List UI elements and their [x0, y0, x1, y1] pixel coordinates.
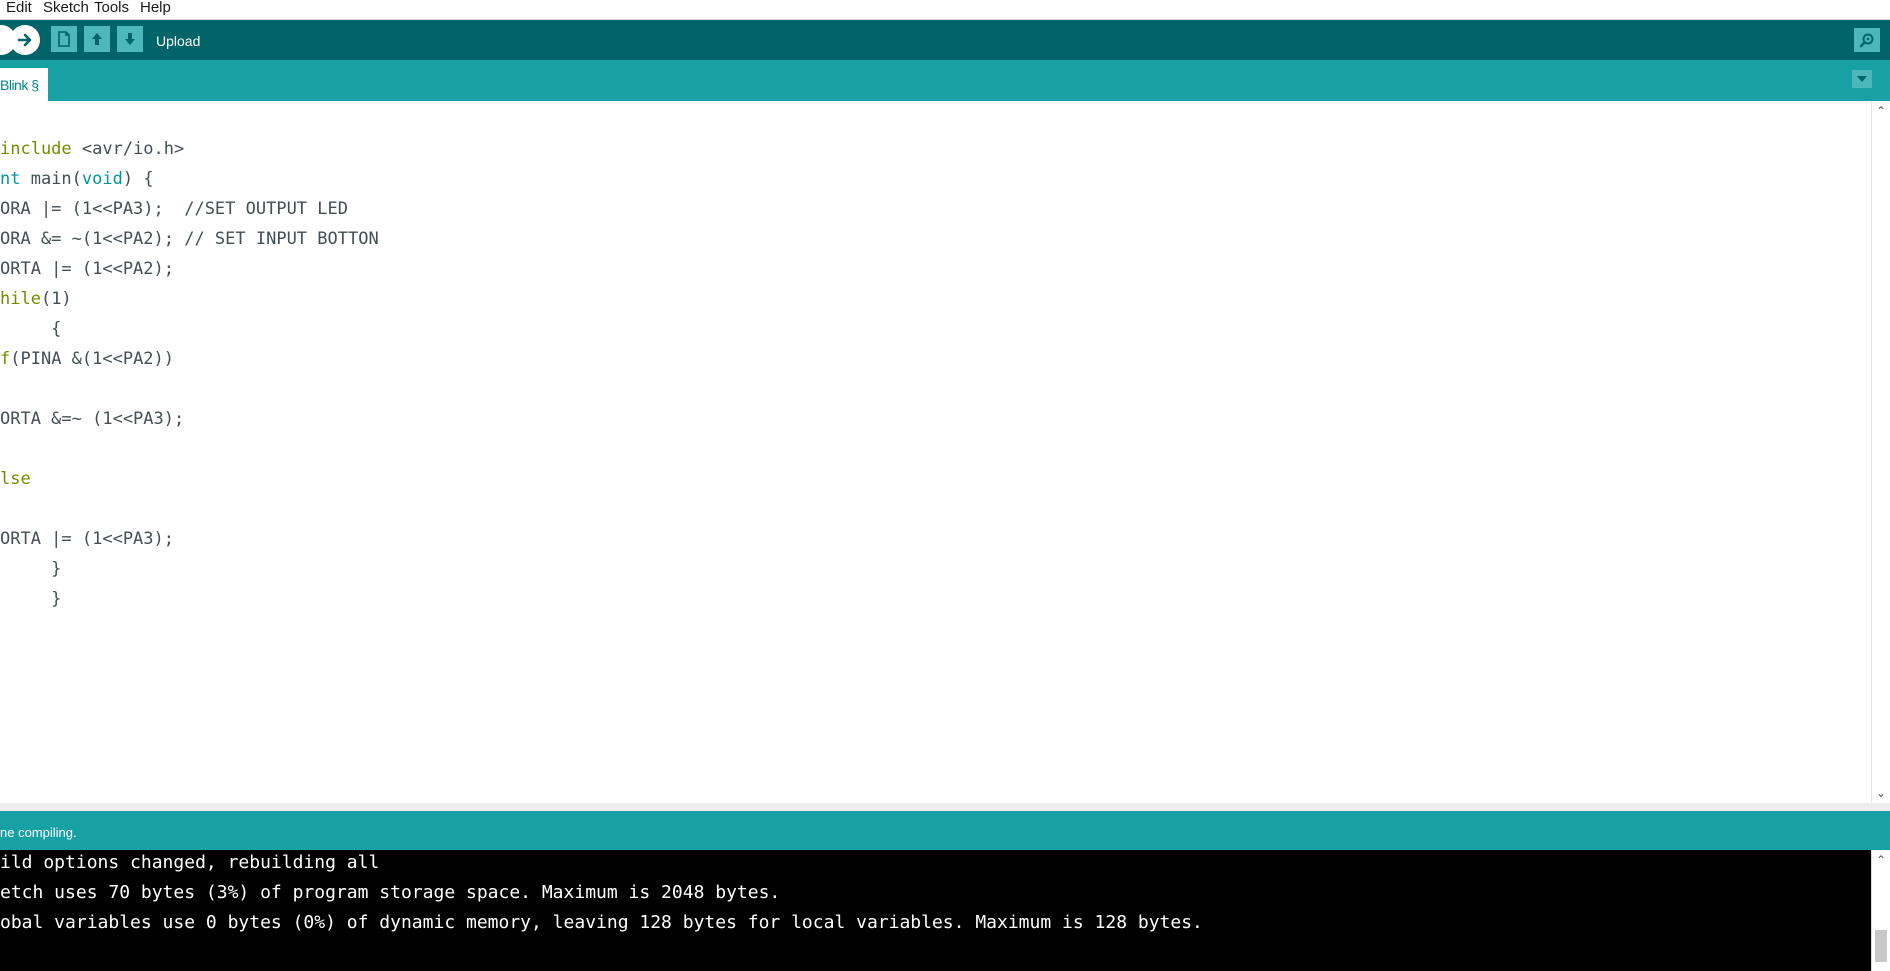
tab-bar: Blink §	[0, 60, 1890, 101]
upload-arrow-icon	[17, 33, 32, 47]
code-line: }	[0, 589, 62, 609]
open-button[interactable]	[84, 26, 110, 52]
tab-menu-button[interactable]	[1852, 70, 1872, 88]
chevron-down-icon	[1857, 76, 1867, 82]
console-line: obal variables use 0 bytes (0%) of dynam…	[0, 912, 1203, 933]
serial-monitor-icon	[1859, 33, 1874, 48]
menu-tools[interactable]: Tools	[94, 0, 129, 16]
tab-blink[interactable]: Blink §	[0, 68, 48, 101]
console-line: ild options changed, rebuilding all	[0, 852, 380, 873]
code-line: {	[0, 319, 62, 339]
serial-monitor-button[interactable]	[1854, 28, 1880, 52]
code-line: ORTA |= (1<<PA2);	[0, 259, 174, 279]
toolbar-hover-label: Upload	[156, 33, 201, 49]
code-line: nt main(void) {	[0, 169, 154, 189]
menu-bar: Edit Sketch Tools Help	[0, 0, 1890, 20]
save-button[interactable]	[117, 26, 143, 52]
verify-icon	[0, 35, 6, 45]
console-scroll-thumb[interactable]	[1875, 930, 1887, 962]
toolbar: Upload	[0, 20, 1890, 60]
tab-label: Blink §	[0, 77, 39, 93]
console-output[interactable]: ild options changed, rebuilding all etch…	[0, 850, 1872, 971]
scroll-up-icon[interactable]: ⌃	[1876, 105, 1886, 117]
upload-button[interactable]	[10, 25, 40, 55]
code-line: lse	[0, 469, 31, 489]
code-line: ORA &= ~(1<<PA2); // SET INPUT BOTTON	[0, 229, 379, 249]
menu-edit[interactable]: Edit	[6, 0, 32, 16]
panel-divider[interactable]	[0, 803, 1890, 811]
console-scroll-up-icon[interactable]: ⌃	[1876, 854, 1886, 866]
code-line: ORTA &=~ (1<<PA3);	[0, 409, 185, 429]
code-line: ORTA |= (1<<PA3);	[0, 529, 174, 549]
code-line: }	[0, 559, 62, 579]
new-file-icon	[58, 31, 70, 47]
scroll-down-icon[interactable]: ⌄	[1876, 787, 1886, 799]
open-icon	[92, 33, 102, 45]
code-line: include <avr/io.h>	[0, 139, 185, 159]
status-message: ne compiling.	[0, 825, 77, 840]
menu-help[interactable]: Help	[140, 0, 171, 16]
console-scrollbar[interactable]: ⌃	[1871, 850, 1890, 971]
save-icon	[125, 33, 135, 45]
code-editor[interactable]: include <avr/io.h> nt main(void) { ORA |…	[0, 101, 1872, 803]
menu-sketch[interactable]: Sketch	[43, 0, 89, 16]
editor-scrollbar[interactable]: ⌃ ⌄	[1871, 101, 1890, 803]
code-line: ORA |= (1<<PA3); //SET OUTPUT LED	[0, 199, 348, 219]
code-line: f(PINA &(1<<PA2))	[0, 349, 175, 369]
code-line: hile(1)	[0, 289, 72, 309]
status-bar: ne compiling.	[0, 811, 1890, 850]
new-button[interactable]	[51, 26, 77, 52]
console-line: etch uses 70 bytes (3%) of program stora…	[0, 882, 781, 903]
